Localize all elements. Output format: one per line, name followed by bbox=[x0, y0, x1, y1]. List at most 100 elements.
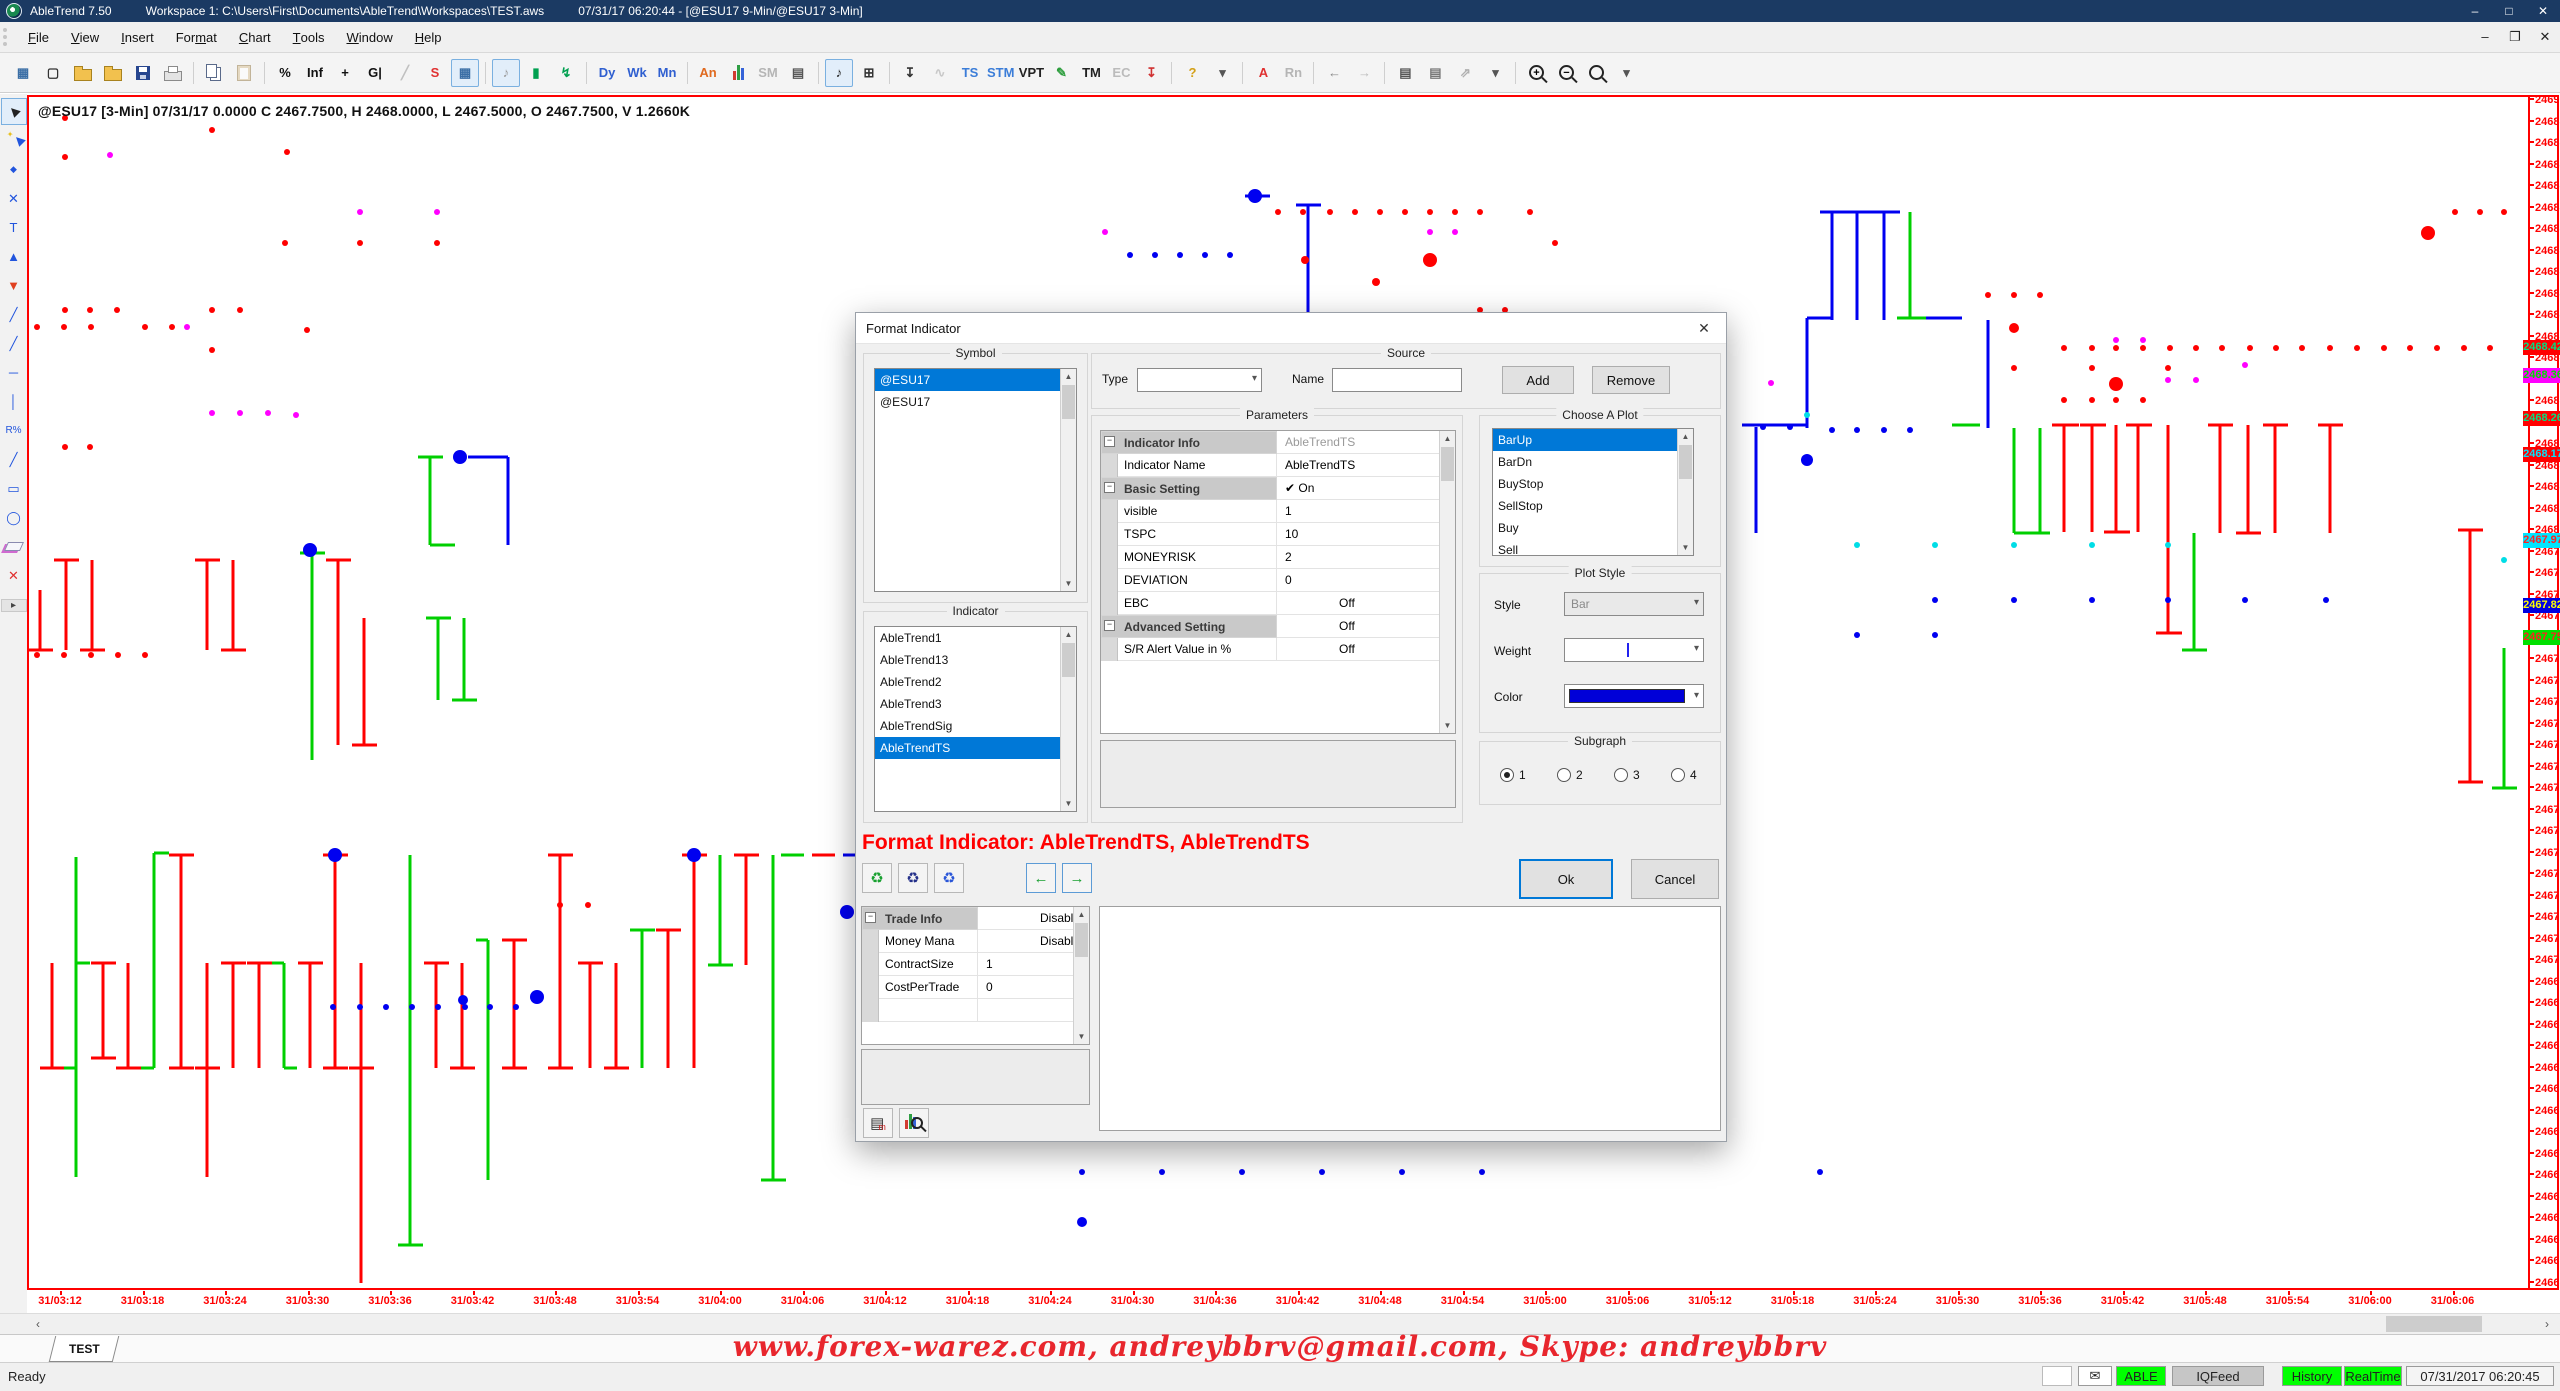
chart-window-icon[interactable]: ▦ bbox=[9, 59, 37, 87]
toolbar-expander[interactable]: ▸ bbox=[1, 599, 27, 612]
pin-icon[interactable]: ⇗ bbox=[1451, 59, 1479, 87]
maximize-icon[interactable]: □ bbox=[2492, 4, 2526, 18]
child-restore-icon[interactable]: ❐ bbox=[2500, 29, 2530, 45]
menu-format[interactable]: Format bbox=[165, 22, 228, 52]
tab-test[interactable]: TEST bbox=[49, 1336, 119, 1362]
text-tool[interactable]: T bbox=[1, 214, 27, 241]
retracement-tool[interactable]: R% bbox=[1, 417, 27, 444]
delete-tool[interactable]: ✕ bbox=[1, 562, 27, 589]
pencil-line-tool[interactable]: ╱ bbox=[1, 446, 27, 473]
report-edit-icon[interactable]: ▤ bbox=[1421, 59, 1449, 87]
list-item[interactable]: BarUp bbox=[1493, 429, 1693, 451]
list-item[interactable]: Buy bbox=[1493, 517, 1693, 539]
parameters-grid[interactable]: −Indicator InfoIndicator TypeAbleTrendTS… bbox=[1100, 430, 1456, 734]
radio-icon[interactable] bbox=[1614, 768, 1628, 782]
ellipse-tool[interactable]: ◯ bbox=[1, 504, 27, 531]
help-icon[interactable]: ? bbox=[1178, 59, 1206, 87]
scroll-right-icon[interactable]: › bbox=[2536, 1316, 2558, 1332]
eraser-tool[interactable] bbox=[1, 533, 27, 560]
gap-icon[interactable]: G| bbox=[361, 59, 389, 87]
indicator-list[interactable]: AbleTrend1AbleTrend13AbleTrend2AbleTrend… bbox=[874, 626, 1077, 812]
dialog-title-bar[interactable]: Format Indicator ✕ bbox=[856, 313, 1726, 344]
list-item[interactable]: BarDn bbox=[1493, 451, 1693, 473]
tm-icon[interactable]: TM bbox=[1077, 59, 1105, 87]
new-window-icon[interactable]: ▢ bbox=[39, 59, 67, 87]
subgraph-radio-3[interactable]: 3 bbox=[1614, 768, 1640, 782]
plus-icon[interactable]: + bbox=[331, 59, 359, 87]
list-item[interactable]: AbleTrend1 bbox=[875, 627, 1076, 649]
inf-icon[interactable]: Inf bbox=[301, 59, 329, 87]
list-item[interactable]: @ESU17 bbox=[875, 391, 1076, 413]
trade-report-icon[interactable]: ▤m bbox=[863, 1108, 893, 1138]
overflow-icon-3[interactable]: ▾ bbox=[1612, 59, 1640, 87]
colored-bars-icon[interactable] bbox=[724, 59, 752, 87]
trade-info-grid[interactable]: −Trade InfoAOEDisableMoney ManaDisableCo… bbox=[861, 906, 1090, 1045]
list-item[interactable]: AbleTrend13 bbox=[875, 649, 1076, 671]
zoom-reset-icon[interactable] bbox=[1582, 59, 1610, 87]
import-folder-icon[interactable] bbox=[99, 59, 127, 87]
grid-group-row[interactable]: −Indicator Info bbox=[1101, 431, 1277, 454]
menu-window[interactable]: Window bbox=[335, 22, 403, 52]
menu-file[interactable]: File bbox=[17, 22, 60, 52]
menu-chart[interactable]: Chart bbox=[228, 22, 282, 52]
grid-row[interactable]: visible1 bbox=[1101, 500, 1455, 523]
s-icon[interactable]: S bbox=[421, 59, 449, 87]
sm-icon[interactable]: SM bbox=[754, 59, 782, 87]
analysis-icon[interactable]: An bbox=[694, 59, 722, 87]
arrow-up-tool[interactable]: ▲ bbox=[1, 243, 27, 270]
prev-indicator-icon[interactable]: ← bbox=[1026, 863, 1056, 893]
vpt-icon[interactable]: VPT bbox=[1017, 59, 1045, 87]
window-h-icon[interactable]: ⊞ bbox=[855, 59, 883, 87]
grid-row[interactable]: ContractSize1 bbox=[862, 953, 1089, 976]
menu-insert[interactable]: Insert bbox=[110, 22, 165, 52]
ok-button[interactable]: Ok bbox=[1519, 859, 1613, 899]
download-icon[interactable]: ↧ bbox=[896, 59, 924, 87]
grid-row[interactable]: CostPerTrade0 bbox=[862, 976, 1089, 999]
menu-tools[interactable]: Tools bbox=[282, 22, 336, 52]
minimize-icon[interactable]: – bbox=[2458, 4, 2492, 18]
refresh-blue-icon[interactable]: ♻ bbox=[934, 863, 964, 893]
style-combo[interactable]: Bar▾ bbox=[1564, 592, 1704, 616]
zigzag-icon[interactable]: ↯ bbox=[552, 59, 580, 87]
radio-icon[interactable] bbox=[1500, 768, 1514, 782]
remove-button[interactable]: Remove bbox=[1592, 366, 1670, 394]
weekly-icon[interactable]: Wk bbox=[623, 59, 651, 87]
ts-icon[interactable]: TS bbox=[956, 59, 984, 87]
annotate-icon[interactable]: A bbox=[1249, 59, 1277, 87]
select-cursor-tool[interactable]: ▶ bbox=[1, 98, 27, 125]
subgraph-radio-4[interactable]: 4 bbox=[1671, 768, 1697, 782]
child-minimize-icon[interactable]: – bbox=[2470, 29, 2500, 45]
edit-note-icon[interactable]: ✎ bbox=[1047, 59, 1075, 87]
next-indicator-icon[interactable]: → bbox=[1062, 863, 1092, 893]
plot-list[interactable]: BarUpBarDnBuyStopSellStopBuySellExit▲▼ bbox=[1492, 428, 1694, 556]
daily-icon[interactable]: Dy bbox=[593, 59, 621, 87]
overflow-icon-2[interactable]: ▾ bbox=[1481, 59, 1509, 87]
grid-row[interactable]: Indicator NameAbleTrendTS bbox=[1101, 454, 1455, 477]
grid-scrollbar[interactable]: ▲▼ bbox=[1439, 431, 1455, 733]
sound-icon[interactable]: ♪ bbox=[825, 59, 853, 87]
back-icon[interactable]: ← bbox=[1320, 59, 1348, 87]
collapse-icon[interactable]: − bbox=[1104, 620, 1115, 631]
list-scrollbar[interactable]: ▲▼ bbox=[1677, 429, 1693, 555]
list-item[interactable]: Sell bbox=[1493, 539, 1693, 556]
candle-icon[interactable]: ▮ bbox=[522, 59, 550, 87]
grid-scrollbar[interactable]: ▲▼ bbox=[1073, 907, 1089, 1044]
rectangle-tool[interactable]: ▭ bbox=[1, 475, 27, 502]
grid-row[interactable]: S/R Alert Value in %Off bbox=[1101, 638, 1455, 661]
grid-group-row[interactable]: −Basic Setting bbox=[1101, 477, 1277, 500]
zoom-in-icon[interactable]: + bbox=[1522, 59, 1550, 87]
cross-tool[interactable]: ✕ bbox=[1, 185, 27, 212]
grid-group-row[interactable]: −Trade Info bbox=[862, 907, 978, 930]
list-item[interactable]: AbleTrendSig bbox=[875, 715, 1076, 737]
child-close-icon[interactable]: ✕ bbox=[2530, 29, 2560, 45]
grid-row[interactable] bbox=[862, 999, 1089, 1022]
list-item[interactable]: BuyStop bbox=[1493, 473, 1693, 495]
collapse-icon[interactable]: − bbox=[1104, 482, 1115, 493]
flash-cursor-tool[interactable]: ▶✦ bbox=[1, 127, 27, 154]
subgraph-radio-2[interactable]: 2 bbox=[1557, 768, 1583, 782]
refresh-green-icon[interactable]: ♻ bbox=[862, 863, 892, 893]
paste-icon[interactable] bbox=[230, 59, 258, 87]
export-icon[interactable]: ↧ bbox=[1137, 59, 1165, 87]
grid-row[interactable]: DEVIATION0 bbox=[1101, 569, 1455, 592]
list-item[interactable]: AbleTrend3 bbox=[875, 693, 1076, 715]
